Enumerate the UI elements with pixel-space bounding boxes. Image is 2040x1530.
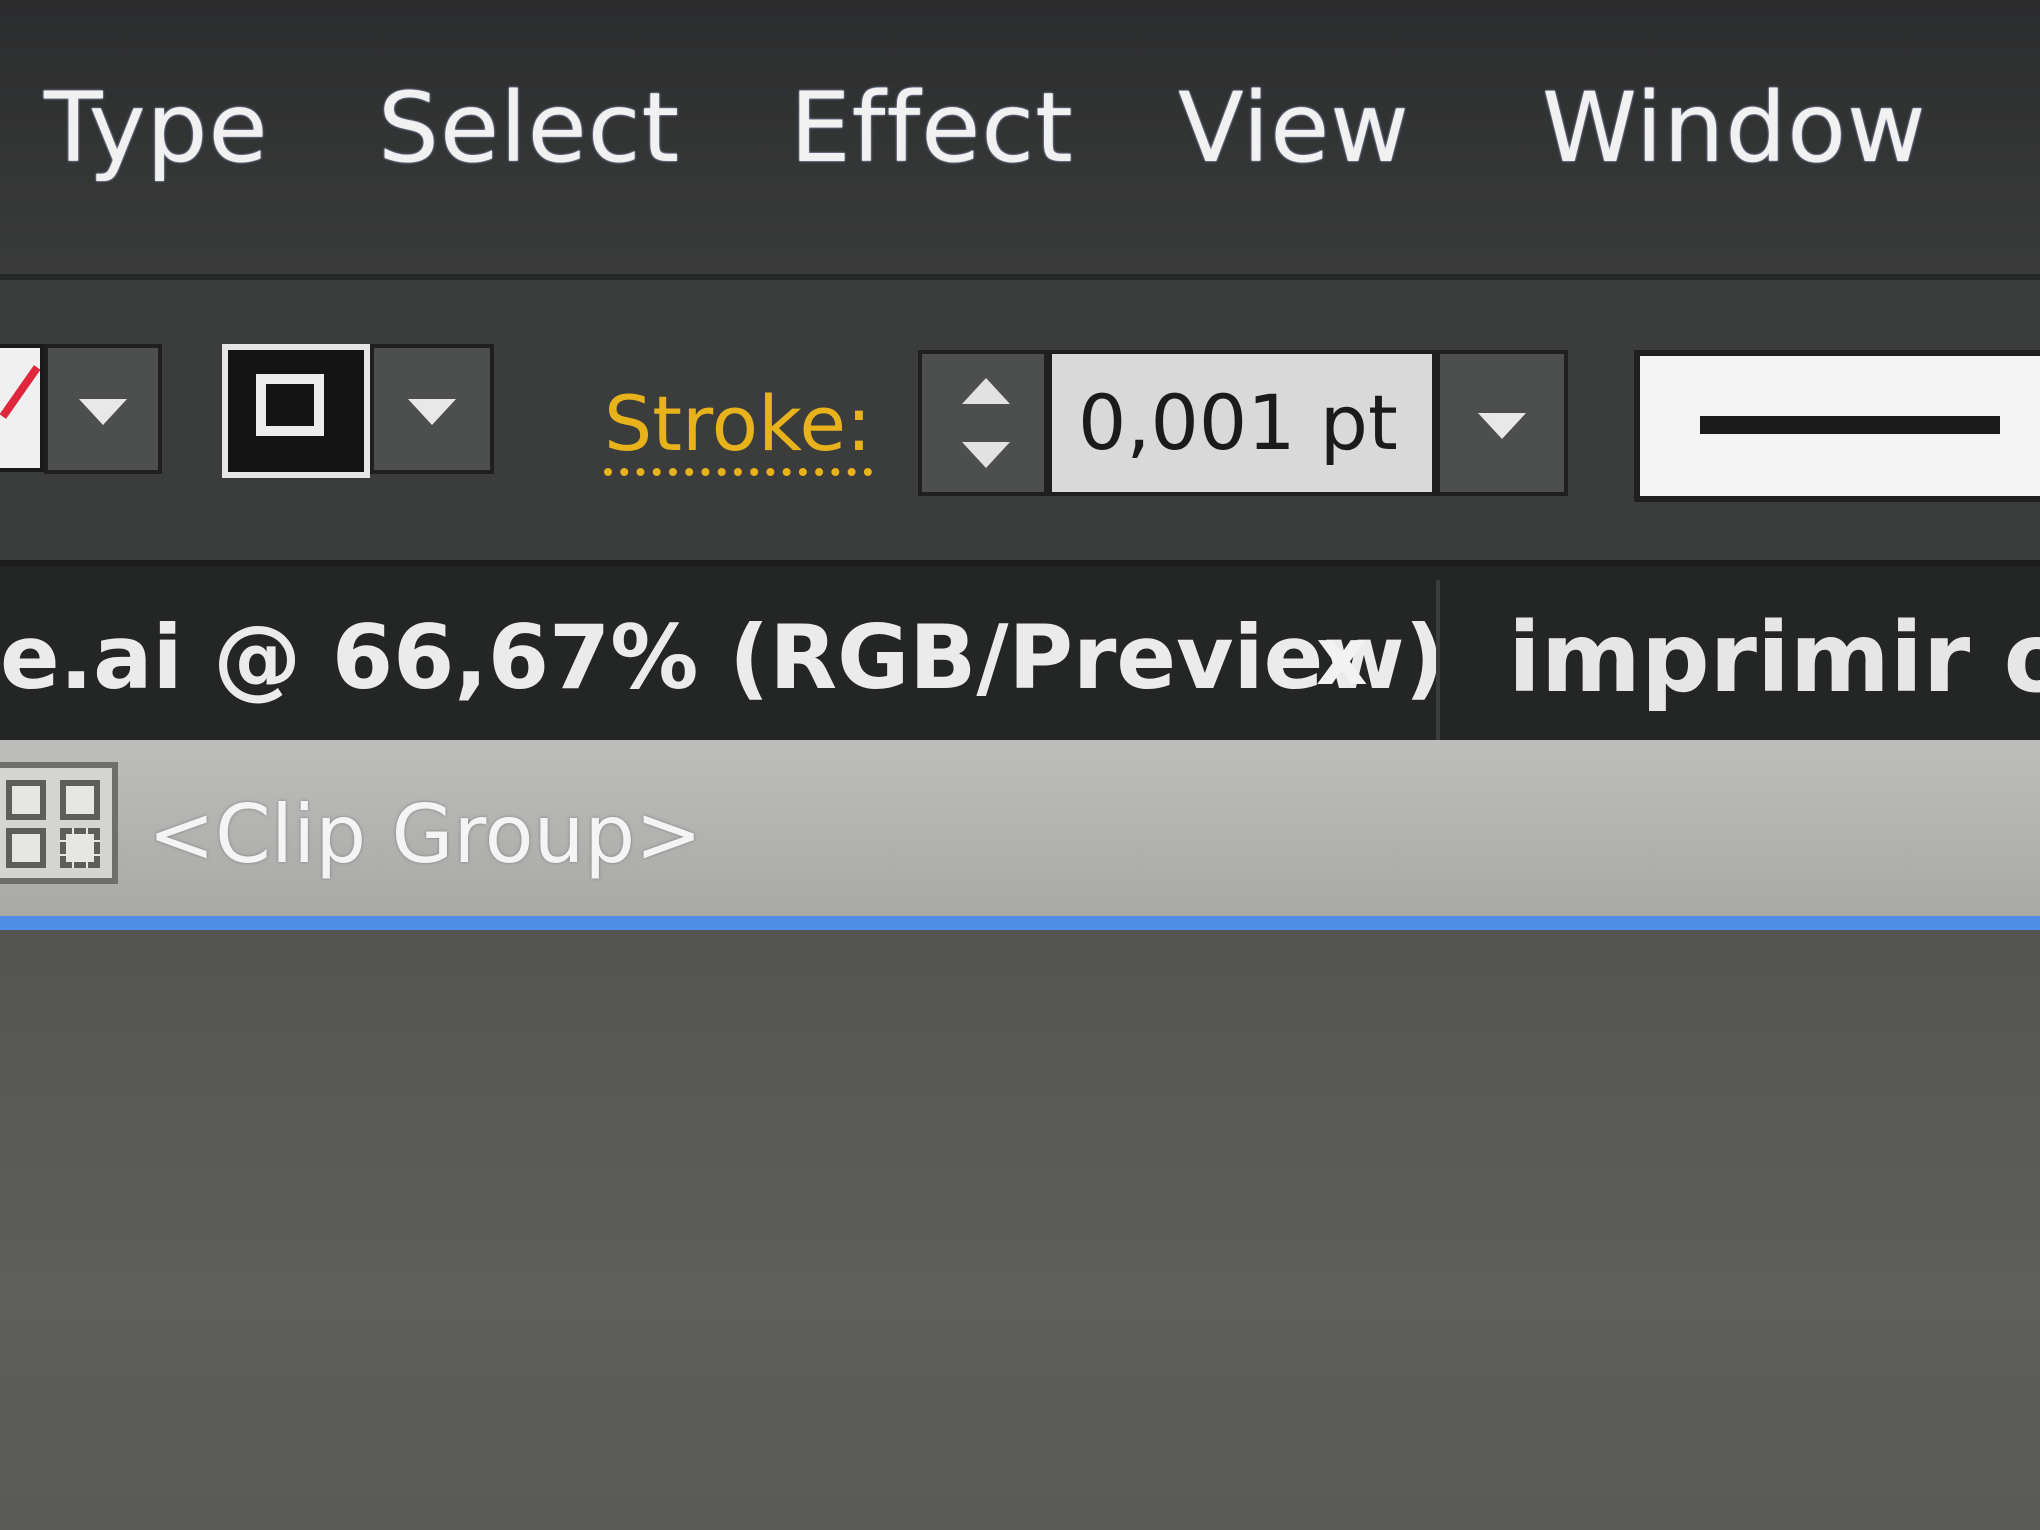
clip-icon-part — [60, 828, 100, 868]
chevron-down-icon — [79, 399, 127, 425]
artboard-canvas[interactable] — [0, 930, 2040, 1530]
stroke-weight-stepper[interactable] — [918, 350, 1048, 496]
stepper-down-icon[interactable] — [962, 442, 1010, 468]
clip-icon-part — [6, 828, 46, 868]
tab-active-document[interactable]: e.ai @ 66,67% (RGB/Preview) — [0, 610, 1445, 706]
stepper-up-icon[interactable] — [962, 378, 1010, 404]
isolation-breadcrumb-label[interactable]: <Clip Group> — [148, 790, 702, 880]
clip-icon-part — [60, 780, 100, 820]
illustrator-window: Type Select Effect View Window Stroke: 0… — [0, 0, 2040, 1530]
menu-type[interactable]: Type — [44, 78, 269, 178]
none-slash-icon — [0, 365, 40, 419]
document-tab-bar: e.ai @ 66,67% (RGB/Preview) x imprimir o… — [0, 560, 2040, 740]
stroke-weight-dropdown-button[interactable] — [1436, 350, 1568, 496]
clip-icon-part — [6, 780, 46, 820]
clip-group-icon[interactable] — [0, 762, 118, 884]
chevron-down-icon — [408, 399, 456, 425]
menu-window[interactable]: Window — [1542, 78, 1927, 178]
stroke-weight-input[interactable]: 0,001 pt — [1048, 350, 1436, 496]
menu-bar: Type Select Effect View Window — [0, 0, 2040, 280]
fill-dropdown-button[interactable] — [44, 344, 162, 474]
fill-none-swatch-icon[interactable] — [0, 344, 44, 472]
chevron-down-icon — [1478, 413, 1526, 439]
stroke-panel-link[interactable]: Stroke: — [604, 382, 872, 476]
tab-divider — [1436, 580, 1440, 740]
menu-select[interactable]: Select — [378, 78, 680, 178]
stroke-swatch-inner — [256, 374, 324, 436]
stroke-swatch-icon[interactable] — [222, 344, 370, 478]
uniform-profile-line-icon — [1700, 416, 2000, 434]
control-bar: Stroke: 0,001 pt — [0, 280, 2040, 560]
menu-effect[interactable]: Effect — [790, 78, 1074, 178]
close-tab-icon[interactable]: x — [1316, 612, 1368, 702]
variable-width-profile-select[interactable] — [1634, 350, 2040, 502]
menu-view[interactable]: View — [1178, 78, 1410, 178]
isolation-mode-bar: <Clip Group> — [0, 740, 2040, 930]
tab-imprimir-ok[interactable]: imprimir ok — [1508, 606, 2040, 710]
stroke-color-dropdown-button[interactable] — [370, 344, 494, 474]
